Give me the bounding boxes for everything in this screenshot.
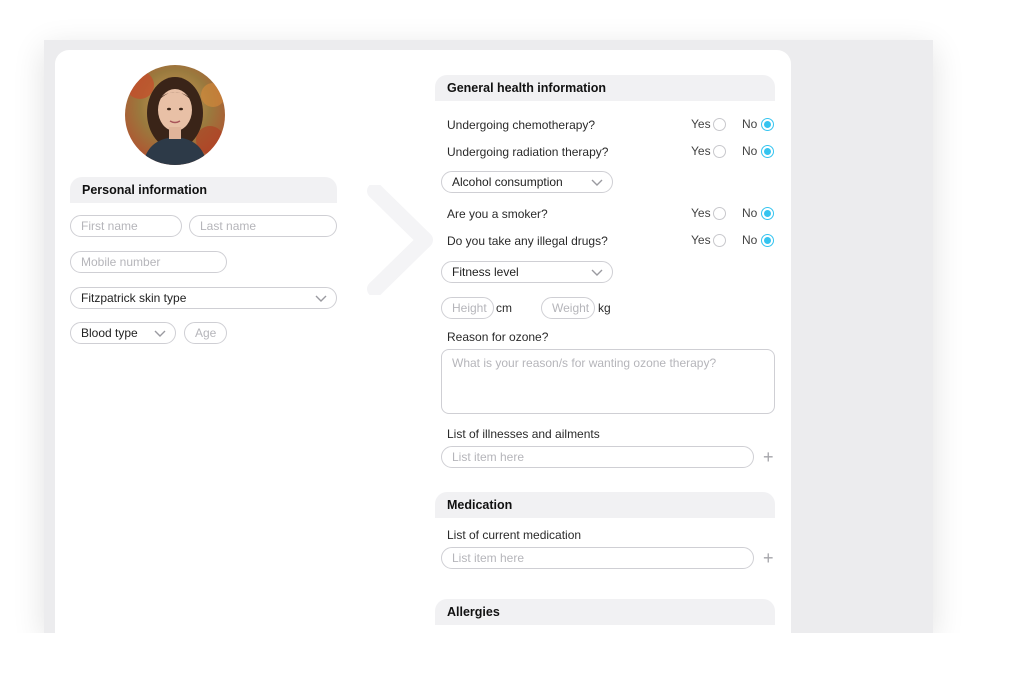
add-medication-plus-icon[interactable]: +	[763, 549, 774, 567]
smoker-question: Are you a smoker?	[447, 207, 548, 221]
smoker-yes-label: Yes	[691, 206, 711, 220]
smoker-no-label: No	[742, 206, 758, 220]
smoker-no-radio[interactable]	[761, 207, 774, 220]
medication-header: Medication	[435, 492, 775, 518]
personal-info-header: Personal information	[70, 177, 337, 203]
skin-type-select[interactable]: Fitzpatrick skin type	[70, 287, 337, 309]
radiation-no-label: No	[742, 144, 758, 158]
chevron-down-icon	[591, 179, 603, 186]
radiation-yes-label: Yes	[691, 144, 711, 158]
weight-input[interactable]: Weight	[541, 297, 595, 319]
radiation-yes-radio[interactable]	[713, 145, 726, 158]
avatar[interactable]	[125, 65, 225, 165]
chevron-down-icon	[315, 295, 327, 302]
drugs-yes-label: Yes	[691, 233, 711, 247]
radiation-question: Undergoing radiation therapy?	[447, 145, 609, 159]
last-name-input[interactable]: Last name	[189, 215, 337, 237]
radiation-no-radio[interactable]	[761, 145, 774, 158]
reason-label: Reason for ozone?	[447, 330, 549, 344]
chemo-yes-label: Yes	[691, 117, 711, 131]
age-input[interactable]: Age	[184, 322, 227, 344]
general-health-header: General health information	[435, 75, 775, 101]
drugs-no-radio[interactable]	[761, 234, 774, 247]
form-card: Personal information First name Last nam…	[55, 50, 791, 650]
chemo-yes-radio[interactable]	[713, 118, 726, 131]
bottom-fade	[0, 633, 1024, 680]
add-illness-plus-icon[interactable]: +	[763, 448, 774, 466]
chevron-down-icon	[154, 330, 166, 337]
alcohol-consumption-select[interactable]: Alcohol consumption	[441, 171, 613, 193]
illness-input[interactable]: List item here	[441, 446, 754, 468]
chemo-question: Undergoing chemotherapy?	[447, 118, 596, 132]
blood-type-select[interactable]: Blood type	[70, 322, 176, 344]
blood-type-label: Blood type	[81, 326, 138, 340]
illness-label: List of illnesses and ailments	[447, 427, 600, 441]
height-unit: cm	[496, 301, 512, 315]
skin-type-label: Fitzpatrick skin type	[81, 291, 187, 305]
profile-photo	[125, 65, 225, 165]
smoker-yes-radio[interactable]	[713, 207, 726, 220]
drugs-yes-radio[interactable]	[713, 234, 726, 247]
mobile-number-input[interactable]: Mobile number	[70, 251, 227, 273]
chemo-no-label: No	[742, 117, 758, 131]
alcohol-label: Alcohol consumption	[452, 175, 563, 189]
medication-list-label: List of current medication	[447, 528, 582, 542]
drugs-no-label: No	[742, 233, 758, 247]
reason-textarea[interactable]: What is your reason/s for wanting ozone …	[441, 349, 775, 414]
drugs-question: Do you take any illegal drugs?	[447, 234, 608, 248]
fitness-level-select[interactable]: Fitness level	[441, 261, 613, 283]
medication-input[interactable]: List item here	[441, 547, 754, 569]
chemo-no-radio[interactable]	[761, 118, 774, 131]
chevron-down-icon	[591, 269, 603, 276]
height-input[interactable]: Height	[441, 297, 494, 319]
fitness-label: Fitness level	[452, 265, 519, 279]
allergies-header: Allergies	[435, 599, 775, 625]
first-name-input[interactable]: First name	[70, 215, 182, 237]
chevron-right-icon	[367, 185, 433, 295]
weight-unit: kg	[598, 301, 611, 315]
